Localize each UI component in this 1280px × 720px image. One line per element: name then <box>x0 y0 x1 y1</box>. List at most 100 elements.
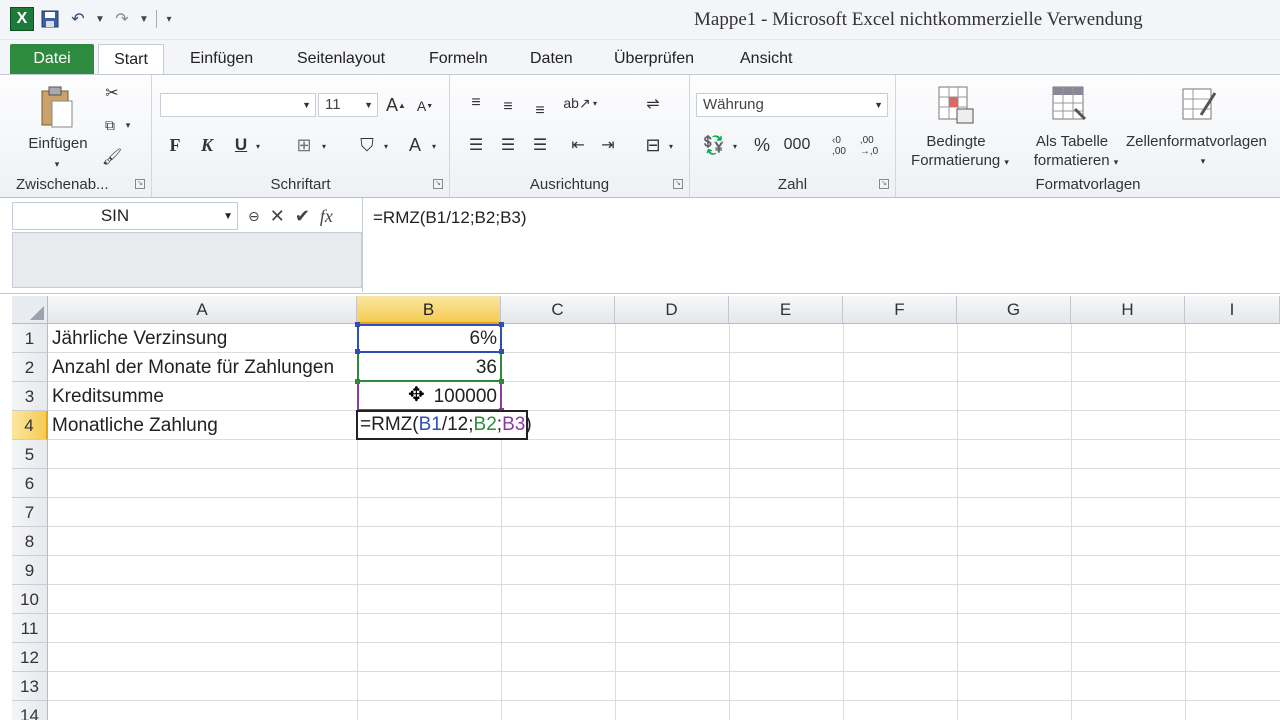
cell-a4[interactable]: Monatliche Zahlung <box>52 411 218 440</box>
font-color-icon[interactable]: A <box>404 133 426 157</box>
reference-handle[interactable] <box>355 322 360 327</box>
increase-indent-icon[interactable]: ⇥ <box>596 133 620 157</box>
undo-icon[interactable]: ↶ <box>66 7 90 31</box>
tab-datei[interactable]: Datei <box>10 44 94 74</box>
format-as-table-icon[interactable] <box>1050 83 1090 127</box>
align-bottom-icon[interactable]: ≡ <box>528 99 552 123</box>
select-all-corner[interactable] <box>12 296 48 324</box>
column-header-i[interactable]: I <box>1185 296 1280 324</box>
paste-label[interactable]: Einfügen <box>18 135 98 153</box>
cell-styles-label[interactable]: Zellenformatvorlagen <box>1126 133 1280 151</box>
fill-color-dropdown-icon[interactable]: ▾ <box>380 137 392 155</box>
align-center-icon[interactable]: ☰ <box>496 133 520 157</box>
decrease-decimal-icon[interactable]: ,00 →,0 <box>856 131 882 161</box>
cancel-icon[interactable]: ✕ <box>270 206 285 227</box>
align-right-icon[interactable]: ☰ <box>528 133 552 157</box>
tab-ueberpruefen[interactable]: Überprüfen <box>614 44 694 74</box>
paste-dropdown-icon[interactable]: ▾ <box>52 155 62 173</box>
clipboard-launcher-icon[interactable]: ↘ <box>135 179 145 189</box>
tab-start[interactable]: Start <box>98 44 164 74</box>
row-header-1[interactable]: 1 <box>12 324 48 353</box>
column-header-c[interactable]: C <box>501 296 615 324</box>
paste-icon[interactable] <box>36 83 80 131</box>
save-icon[interactable] <box>38 7 62 31</box>
bold-button[interactable]: F <box>164 133 186 157</box>
font-color-dropdown-icon[interactable]: ▾ <box>428 137 440 155</box>
shrink-font-icon[interactable]: A ▼ <box>414 95 436 117</box>
column-header-e[interactable]: E <box>729 296 843 324</box>
format-as-table-label[interactable]: Als Tabelle <box>1020 133 1124 151</box>
column-header-f[interactable]: F <box>843 296 957 324</box>
merge-center-icon[interactable]: ⊟ <box>640 133 666 157</box>
cell-a2[interactable]: Anzahl der Monate für Zahlungen <box>52 353 334 382</box>
insert-function-icon[interactable]: fx <box>320 206 333 227</box>
cell-styles-dropdown-icon[interactable]: ▾ <box>1198 152 1208 170</box>
collapse-handle-icon[interactable]: ⊖ <box>248 208 260 225</box>
cut-icon[interactable]: ✂ <box>100 81 124 105</box>
underline-dropdown-icon[interactable]: ▾ <box>252 137 264 155</box>
reference-handle[interactable] <box>355 379 360 384</box>
copy-dropdown-icon[interactable]: ▾ <box>122 115 134 135</box>
italic-button[interactable]: K <box>196 133 218 157</box>
tab-formeln[interactable]: Formeln <box>429 44 488 74</box>
conditional-formatting-label[interactable]: Bedingte <box>900 133 1012 151</box>
border-icon[interactable]: ⊞ <box>292 133 316 157</box>
cell-area[interactable]: Jährliche Verzinsung Anzahl der Monate f… <box>48 322 1280 720</box>
copy-icon[interactable]: ⧉ <box>98 113 122 137</box>
redo-icon[interactable]: ↷ <box>110 7 134 31</box>
grow-font-icon[interactable]: A ▲ <box>384 93 408 117</box>
format-painter-icon[interactable]: 🖌 <box>100 145 124 169</box>
excel-logo-icon[interactable]: X <box>10 7 34 31</box>
font-launcher-icon[interactable]: ↘ <box>433 179 443 189</box>
conditional-formatting-label-2[interactable]: Formatierung ▾ <box>900 152 1020 171</box>
undo-dropdown-icon[interactable]: ▼ <box>94 7 106 31</box>
reference-handle[interactable] <box>499 379 504 384</box>
number-launcher-icon[interactable]: ↘ <box>879 179 889 189</box>
row-header-8[interactable]: 8 <box>12 527 48 556</box>
reference-handle[interactable] <box>355 349 360 354</box>
row-header-12[interactable]: 12 <box>12 643 48 672</box>
decrease-indent-icon[interactable]: ⇤ <box>566 133 590 157</box>
accounting-dropdown-icon[interactable]: ▾ <box>730 137 740 155</box>
row-header-9[interactable]: 9 <box>12 556 48 585</box>
tab-ansicht[interactable]: Ansicht <box>740 44 792 74</box>
column-header-d[interactable]: D <box>615 296 729 324</box>
align-top-icon[interactable]: ≡ <box>464 91 488 115</box>
cell-a3[interactable]: Kreditsumme <box>52 382 164 411</box>
redo-dropdown-icon[interactable]: ▼ <box>138 7 150 31</box>
row-header-4[interactable]: 4 <box>12 411 48 440</box>
column-header-g[interactable]: G <box>957 296 1071 324</box>
align-middle-icon[interactable]: ≡ <box>496 95 520 119</box>
row-header-10[interactable]: 10 <box>12 585 48 614</box>
tab-seitenlayout[interactable]: Seitenlayout <box>297 44 385 74</box>
row-header-13[interactable]: 13 <box>12 672 48 701</box>
conditional-formatting-icon[interactable] <box>936 83 976 127</box>
row-header-6[interactable]: 6 <box>12 469 48 498</box>
name-box[interactable]: SIN ▼ <box>12 202 238 230</box>
column-header-h[interactable]: H <box>1071 296 1185 324</box>
reference-handle[interactable] <box>499 349 504 354</box>
border-dropdown-icon[interactable]: ▾ <box>318 137 330 155</box>
fill-color-icon[interactable]: ⛉ <box>354 133 380 157</box>
column-header-b[interactable]: B <box>357 296 501 324</box>
font-size-combo[interactable]: 11 ▼ <box>318 93 378 117</box>
row-header-5[interactable]: 5 <box>12 440 48 469</box>
accounting-format-icon[interactable]: 💱 <box>700 133 728 157</box>
enter-icon[interactable]: ✔ <box>295 206 310 227</box>
merge-dropdown-icon[interactable]: ▾ <box>666 137 676 155</box>
column-header-a[interactable]: A <box>48 296 357 324</box>
thousands-separator-button[interactable]: 000 <box>782 133 812 157</box>
orientation-dropdown-icon[interactable]: ▾ <box>590 93 600 113</box>
font-name-combo[interactable]: ▼ <box>160 93 316 117</box>
row-header-7[interactable]: 7 <box>12 498 48 527</box>
row-header-3[interactable]: 3 <box>12 382 48 411</box>
reference-handle[interactable] <box>499 322 504 327</box>
cell-styles-icon[interactable] <box>1180 83 1220 127</box>
row-header-14[interactable]: 14 <box>12 701 48 720</box>
align-left-icon[interactable]: ☰ <box>464 133 488 157</box>
format-as-table-label-2[interactable]: formatieren ▾ <box>1020 152 1132 171</box>
number-format-combo[interactable]: Währung ▼ <box>696 93 888 117</box>
cell-b4-editor[interactable]: =RMZ(B1/12;B2;B3) <box>356 410 532 440</box>
row-header-11[interactable]: 11 <box>12 614 48 643</box>
orientation-icon[interactable]: ab↗ <box>563 91 590 115</box>
